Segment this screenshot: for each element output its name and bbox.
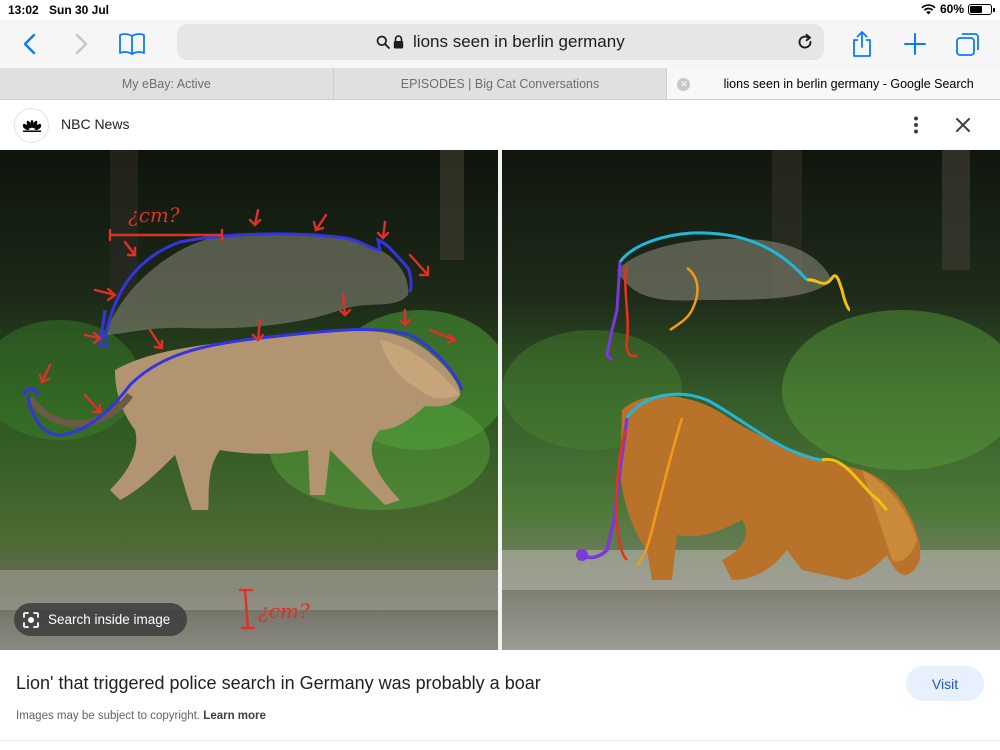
search-inside-image-label: Search inside image — [48, 612, 171, 627]
status-right: 60% — [921, 2, 995, 16]
status-time: 13:02 — [8, 3, 39, 17]
close-viewer-button[interactable] — [949, 112, 977, 138]
address-text: lions seen in berlin germany — [413, 32, 625, 51]
peacock-icon — [22, 119, 41, 132]
status-bar: 13:02 Sun 30 Jul 60% — [0, 0, 1000, 20]
lock-icon — [394, 35, 404, 49]
source-name[interactable]: NBC News — [61, 116, 129, 132]
more-options-button[interactable] — [903, 112, 929, 138]
tabs-icon — [956, 33, 979, 56]
tab-bar: My eBay: Active EPISODES | Big Cat Conve… — [0, 68, 1000, 100]
visit-button[interactable]: Visit — [906, 666, 984, 701]
nbc-logo — [15, 109, 48, 142]
status-date: Sun 30 Jul — [49, 3, 110, 17]
bottom-divider — [0, 740, 1000, 741]
back-icon — [23, 33, 36, 55]
image-right-panel — [502, 150, 1000, 650]
browser-toolbar: lions seen in berlin germany — [0, 20, 1000, 68]
share-icon — [853, 31, 871, 57]
close-icon — [956, 118, 970, 132]
search-icon — [376, 35, 391, 49]
reload-button[interactable] — [792, 29, 818, 55]
new-tab-button[interactable] — [897, 26, 933, 62]
tab-ebay[interactable]: My eBay: Active — [0, 68, 334, 99]
back-button[interactable] — [12, 26, 48, 62]
address-bar[interactable]: lions seen in berlin germany — [177, 24, 824, 60]
battery-icon — [968, 3, 995, 15]
reload-icon — [798, 33, 812, 49]
close-tab-icon[interactable]: ✕ — [677, 78, 691, 91]
image-caption[interactable]: Lion' that triggered police search in Ge… — [16, 673, 541, 694]
image-viewer-header: NBC News — [0, 100, 1000, 150]
forward-button[interactable] — [63, 26, 99, 62]
tab-google-search[interactable]: ✕ lions seen in berlin germany - Google … — [667, 68, 1000, 99]
tab-label: My eBay: Active — [121, 76, 211, 91]
image-left-panel: ¿cm? ¿cm? — [0, 150, 498, 650]
tab-label: lions seen in berlin germany - Google Se… — [723, 76, 974, 91]
tab-big-cat[interactable]: EPISODES | Big Cat Conversations — [334, 68, 668, 99]
annotation-bottom: ¿cm? — [258, 599, 310, 623]
lens-icon — [23, 611, 39, 628]
tabs-button[interactable] — [950, 26, 986, 62]
address-lead-icons — [376, 35, 404, 49]
search-inside-image-button[interactable]: Search inside image — [14, 603, 187, 636]
annotation-top: ¿cm? — [128, 203, 180, 227]
battery-percent: 60% — [939, 2, 964, 16]
copyright-notice: Images may be subject to copyright. Lear… — [16, 710, 266, 722]
copyright-text: Images may be subject to copyright. — [16, 710, 201, 722]
wifi-icon — [921, 3, 936, 14]
bookmarks-button[interactable] — [114, 26, 150, 62]
new-tab-icon — [904, 33, 926, 55]
address-text-wrap: lions seen in berlin germany — [177, 32, 824, 52]
share-button[interactable] — [844, 26, 880, 62]
learn-more-link[interactable]: Learn more — [203, 710, 266, 722]
forward-icon — [75, 33, 88, 55]
more-vert-icon — [914, 116, 918, 134]
tab-label: EPISODES | Big Cat Conversations — [400, 76, 600, 91]
news-image[interactable]: ¿cm? ¿cm? — [0, 150, 1000, 650]
bookmarks-icon — [119, 33, 145, 55]
